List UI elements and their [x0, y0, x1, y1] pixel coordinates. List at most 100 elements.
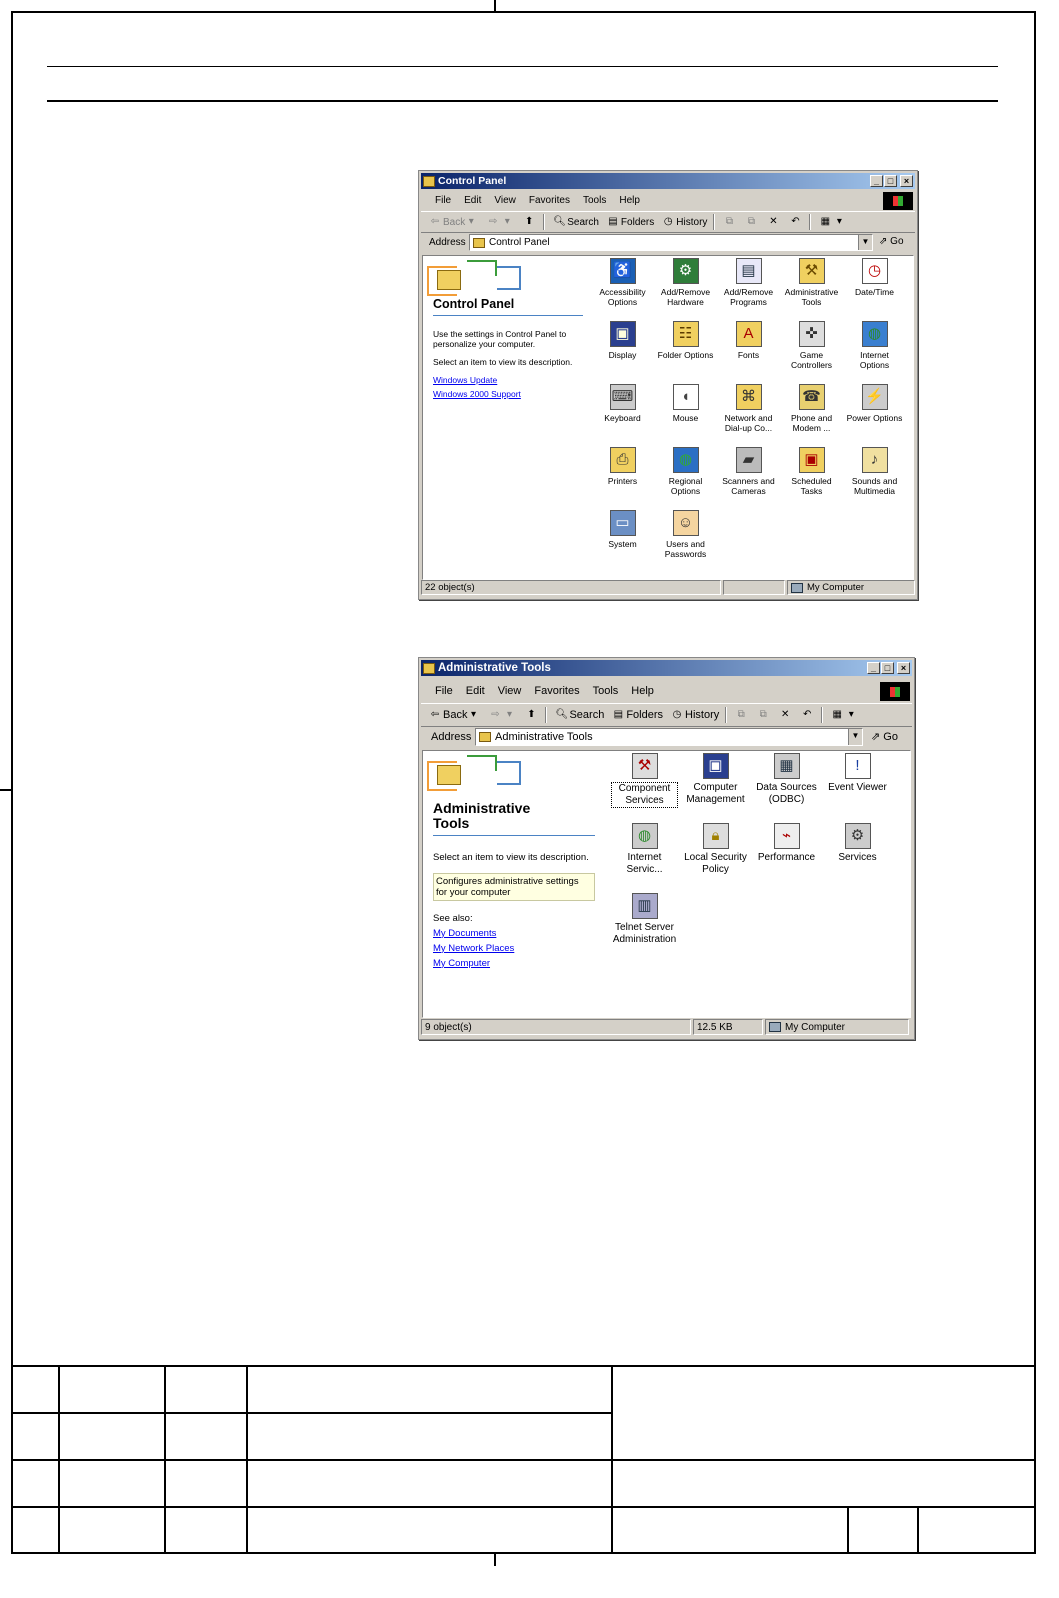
item-label: Display	[608, 350, 637, 360]
menu-view[interactable]: View	[498, 685, 522, 697]
item-label: Internet Options	[859, 350, 890, 371]
item-phone[interactable]: ☎ Phone and Modem ...	[782, 384, 841, 433]
item-globe[interactable]: ◍ Internet Options	[845, 321, 904, 370]
item-tasks[interactable]: ▣ Scheduled Tasks	[782, 447, 841, 496]
item-security-policy[interactable]: 🔒︎ Local Security Policy	[682, 823, 749, 876]
item-computer[interactable]: ▭ System	[593, 510, 652, 549]
go-button[interactable]: ⇗ Go	[871, 730, 898, 743]
item-hardware[interactable]: ⚙ Add/Remove Hardware	[656, 258, 715, 307]
delete-button[interactable]: ✕	[779, 709, 793, 721]
menu-help[interactable]: Help	[619, 195, 640, 206]
close-button[interactable]: ×	[900, 175, 913, 187]
item-folder-options[interactable]: ☷ Folder Options	[656, 321, 715, 360]
folders-button[interactable]: ▤ Folders	[612, 709, 663, 721]
item-programs[interactable]: ▤ Add/Remove Programs	[719, 258, 778, 307]
standard-toolbar: ⇦ Back ▾ ⇨ ▾ ⬆ 🔍︎ Search ▤ Folders ◷ History ⧉…	[421, 211, 915, 233]
maximize-button[interactable]: □	[881, 662, 894, 674]
views-button[interactable]: ▦ ▾	[831, 709, 859, 721]
item-speaker[interactable]: ♪ Sounds and Multimedia	[845, 447, 904, 496]
close-button[interactable]: ×	[897, 662, 910, 674]
item-admin-tools[interactable]: ⚒ Administrative Tools	[782, 258, 841, 307]
move-to-button[interactable]: ⧉	[735, 709, 749, 721]
undo-button[interactable]: ↶	[801, 709, 815, 721]
item-keyboard[interactable]: ⌨ Keyboard	[593, 384, 652, 423]
speaker-icon: ♪	[861, 447, 888, 473]
item-regional[interactable]: ◍ Regional Options	[656, 447, 715, 496]
copy-to-button[interactable]: ⧉	[745, 216, 759, 228]
move-to-button[interactable]: ⧉	[723, 216, 737, 228]
folder-icon	[479, 732, 491, 742]
menu-help[interactable]: Help	[631, 685, 654, 697]
address-dropdown-button[interactable]: ▼	[858, 235, 872, 250]
item-printer[interactable]: ⎙ Printers	[593, 447, 652, 486]
windows-logo-icon	[883, 192, 913, 210]
admin-tools-titlebar[interactable]: Administrative Tools _ □ ×	[421, 660, 912, 676]
delete-button[interactable]: ✕	[767, 216, 781, 228]
maximize-button[interactable]: □	[884, 175, 897, 187]
link-my-computer[interactable]: My Computer	[433, 958, 595, 969]
item-event-viewer[interactable]: ! Event Viewer	[824, 753, 891, 794]
pane-description: Use the settings in Control Panel to per…	[433, 328, 567, 349]
item-users[interactable]: ☺ Users and Passwords	[656, 510, 715, 559]
item-label: Accessibility Options	[599, 287, 646, 308]
up-folder-button[interactable]: ⬆	[525, 709, 539, 721]
menu-edit[interactable]: Edit	[464, 195, 481, 206]
history-button[interactable]: ◷ History	[671, 709, 720, 721]
item-joystick[interactable]: ✜ Game Controllers	[782, 321, 841, 370]
item-network[interactable]: ⌘ Network and Dial-up Co...	[719, 384, 778, 433]
link-my-network-places[interactable]: My Network Places	[433, 943, 595, 954]
item-mouse[interactable]: ◖ Mouse	[656, 384, 715, 423]
item-clock[interactable]: ◷ Date/Time	[845, 258, 904, 297]
search-button[interactable]: 🔍︎ Search	[553, 216, 599, 228]
address-label: Address	[431, 730, 472, 743]
item-fonts[interactable]: A Fonts	[719, 321, 778, 360]
link-my-documents[interactable]: My Documents	[433, 928, 595, 939]
header-rule-1	[47, 66, 998, 67]
address-dropdown-button[interactable]: ▼	[848, 729, 862, 745]
up-folder-button[interactable]: ⬆	[523, 216, 537, 228]
up-folder-icon: ⬆	[525, 216, 534, 227]
item-power[interactable]: ⚡ Power Options	[845, 384, 904, 423]
control-panel-titlebar[interactable]: Control Panel _ □ ×	[421, 173, 915, 189]
menu-favorites[interactable]: Favorites	[534, 685, 579, 697]
delete-icon: ✕	[781, 709, 790, 720]
item-component-services[interactable]: ⚒ Component Services	[611, 753, 678, 808]
menu-tools[interactable]: Tools	[593, 685, 619, 697]
link-windows-update[interactable]: Windows Update	[433, 375, 583, 385]
minimize-button[interactable]: _	[870, 175, 883, 187]
back-button[interactable]: ⇦ Back ▾	[429, 216, 479, 228]
item-telnet[interactable]: ▥ Telnet Server Administration	[611, 893, 678, 946]
address-input[interactable]: Control Panel ▼	[469, 234, 873, 251]
copy-to-button[interactable]: ⧉	[757, 709, 771, 721]
item-accessibility[interactable]: ♿ Accessibility Options	[593, 258, 652, 307]
minimize-button[interactable]: _	[867, 662, 880, 674]
item-scanner[interactable]: ▰ Scanners and Cameras	[719, 447, 778, 496]
search-button[interactable]: 🔍︎ Search	[555, 709, 604, 721]
item-internet-services[interactable]: ◍ Internet Servic...	[611, 823, 678, 876]
history-button[interactable]: ◷ History	[662, 216, 708, 228]
menu-tools[interactable]: Tools	[583, 195, 606, 206]
menu-edit[interactable]: Edit	[466, 685, 485, 697]
item-performance[interactable]: ⌁ Performance	[753, 823, 820, 864]
item-label: Mouse	[672, 413, 699, 423]
menu-file[interactable]: File	[435, 685, 453, 697]
item-label: Performance	[757, 852, 816, 863]
menu-favorites[interactable]: Favorites	[529, 195, 570, 206]
address-input[interactable]: Administrative Tools ▼	[475, 728, 863, 746]
forward-button[interactable]: ⇨ ▾	[487, 216, 515, 228]
forward-button[interactable]: ⇨ ▾	[489, 709, 517, 721]
regional-icon: ◍	[672, 447, 699, 473]
menu-file[interactable]: File	[435, 195, 451, 206]
go-button[interactable]: ⇗ Go	[879, 236, 904, 247]
item-computer-management[interactable]: ▣ Computer Management	[682, 753, 749, 806]
icon-grid: ♿ Accessibility Options ⚙ Add/Remove Hardwa…	[593, 258, 911, 576]
item-data-sources[interactable]: ▦ Data Sources (ODBC)	[753, 753, 820, 806]
item-services[interactable]: ⚙ Services	[824, 823, 891, 864]
back-button[interactable]: ⇦ Back ▾	[429, 709, 481, 721]
link-windows-2000-support[interactable]: Windows 2000 Support	[433, 389, 583, 399]
views-button[interactable]: ▦ ▾	[819, 216, 847, 228]
undo-button[interactable]: ↶	[789, 216, 803, 228]
folders-button[interactable]: ▤ Folders	[607, 216, 654, 228]
menu-view[interactable]: View	[494, 195, 516, 206]
item-display[interactable]: ▣ Display	[593, 321, 652, 360]
